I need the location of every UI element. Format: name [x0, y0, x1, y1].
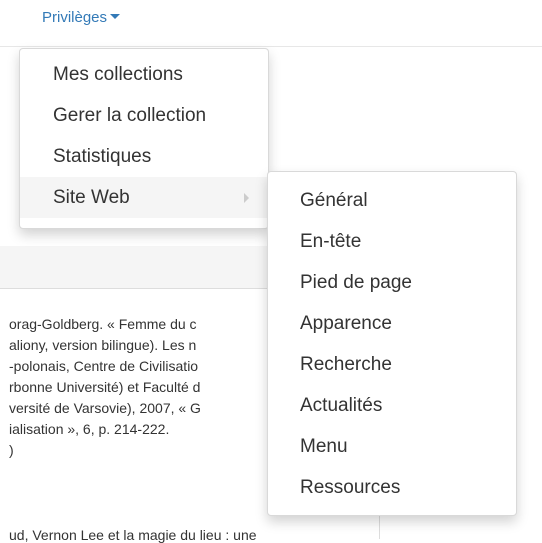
- menu-item-website[interactable]: Site Web: [20, 177, 268, 218]
- reference-text-line: orag-Goldberg. « Femme du c: [9, 316, 197, 332]
- reference-text-line: ud, Vernon Lee et la magie du lieu : une: [9, 527, 257, 543]
- reference-text-line: -polonais, Centre de Civilisatio: [9, 358, 199, 374]
- menu-item-my-collections[interactable]: Mes collections: [20, 54, 268, 95]
- chevron-right-icon: [244, 193, 249, 203]
- submenu-item-menu[interactable]: Menu: [268, 426, 516, 467]
- menu-item-website-label: Site Web: [53, 187, 130, 208]
- submenu-item-search[interactable]: Recherche: [268, 344, 516, 385]
- privileges-dropdown-menu: Mes collections Gerer la collection Stat…: [19, 48, 269, 229]
- caret-down-icon: [110, 14, 121, 19]
- submenu-item-resources[interactable]: Ressources: [268, 467, 516, 508]
- reference-text-line: ): [9, 442, 14, 458]
- submenu-item-general[interactable]: Général: [268, 180, 516, 221]
- website-submenu: Général En-tête Pied de page Apparence R…: [267, 171, 517, 516]
- reference-text-line: versité de Varsovie), 2007, « G: [9, 400, 201, 416]
- menu-item-manage-collection[interactable]: Gerer la collection: [20, 95, 268, 136]
- submenu-item-appearance[interactable]: Apparence: [268, 303, 516, 344]
- submenu-item-news[interactable]: Actualités: [268, 385, 516, 426]
- submenu-item-footer[interactable]: Pied de page: [268, 262, 516, 303]
- privileges-dropdown-toggle[interactable]: Privilèges: [42, 9, 121, 26]
- privileges-label: Privilèges: [42, 9, 108, 26]
- reference-text-line: rbonne Université) et Faculté d: [9, 379, 201, 395]
- reference-text-line: aliony, version bilingue). Les n: [9, 337, 197, 353]
- reference-text-line: ialisation », 6, p. 214-222.: [9, 421, 170, 437]
- submenu-item-header[interactable]: En-tête: [268, 221, 516, 262]
- top-navbar: Privilèges: [0, 0, 542, 47]
- menu-item-statistics[interactable]: Statistiques: [20, 136, 268, 177]
